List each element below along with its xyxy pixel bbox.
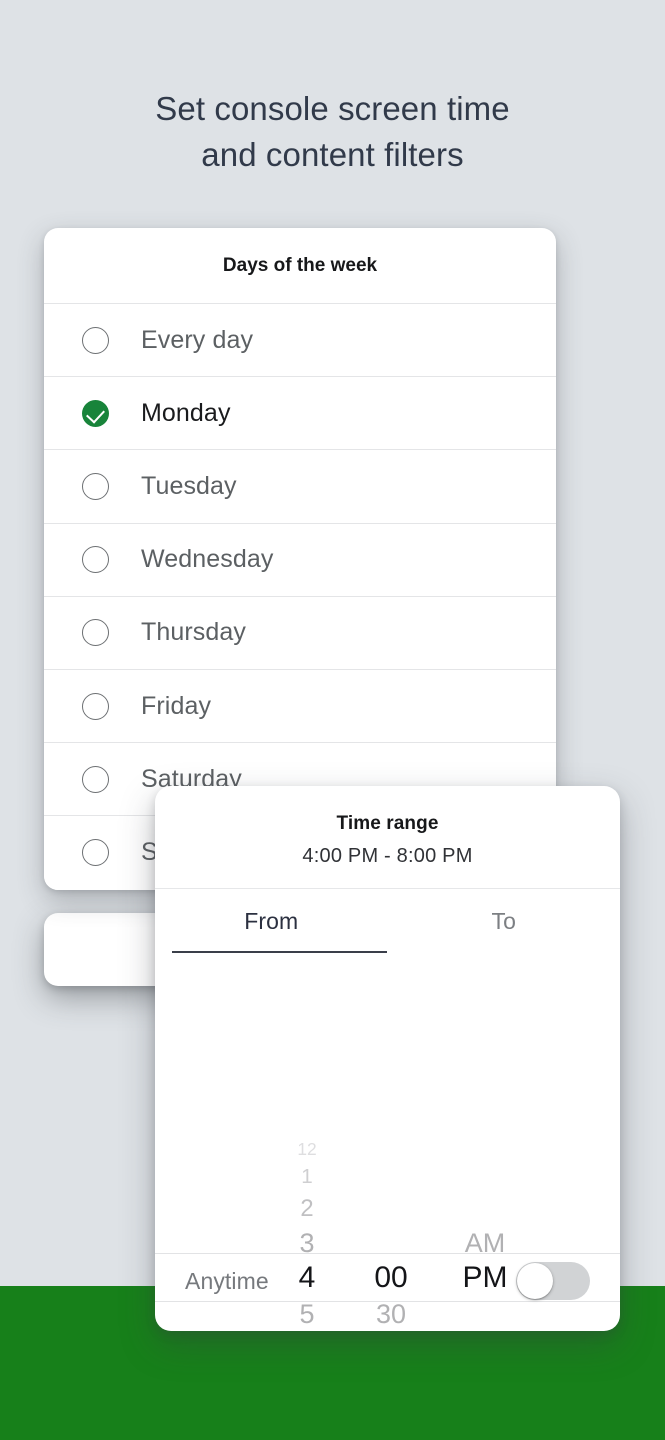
day-row[interactable]: Wednesday: [44, 523, 556, 597]
radio-unchecked-icon[interactable]: [82, 326, 109, 354]
day-row[interactable]: Thursday: [44, 596, 556, 670]
radio-unchecked-icon[interactable]: [82, 692, 109, 720]
radio-unchecked-icon[interactable]: [82, 472, 109, 500]
time-range-summary: 4:00 PM - 8:00 PM: [302, 845, 473, 867]
time-range-title: Time range: [336, 813, 439, 834]
anytime-row: Anytime: [155, 1231, 620, 1331]
day-row[interactable]: Friday: [44, 669, 556, 744]
tab-to[interactable]: To: [388, 889, 621, 953]
tab-to-label: To: [491, 907, 516, 934]
day-row[interactable]: Tuesday: [44, 450, 556, 524]
anytime-label: Anytime: [185, 1267, 269, 1294]
radio-unchecked-icon[interactable]: [82, 619, 109, 647]
radio-unchecked-icon[interactable]: [82, 546, 109, 574]
page-title-line-1: Set console screen time: [155, 90, 510, 127]
radio-unchecked-icon[interactable]: [82, 765, 109, 793]
day-row[interactable]: Monday: [44, 377, 556, 451]
day-label: Wednesday: [141, 545, 274, 574]
time-range-header: Time range 4:00 PM - 8:00 PM: [155, 786, 620, 889]
radio-unchecked-icon[interactable]: [82, 839, 109, 867]
tab-from-label: From: [244, 907, 299, 934]
day-label: Tuesday: [141, 471, 237, 500]
day-label: Friday: [141, 691, 212, 720]
app-screen: Set console screen time and content filt…: [0, 0, 665, 1440]
day-label: Thursday: [141, 618, 247, 647]
day-row[interactable]: Every day: [44, 304, 556, 378]
time-range-dialog: Time range 4:00 PM - 8:00 PM From To 12 1…: [155, 786, 620, 1331]
page-title-line-2: and content filters: [201, 136, 464, 173]
anytime-toggle-knob: [517, 1263, 553, 1299]
day-label: Every day: [141, 325, 254, 354]
days-card-title: Days of the week: [44, 228, 556, 304]
tab-from[interactable]: From: [155, 889, 388, 953]
anytime-toggle[interactable]: [516, 1262, 590, 1300]
day-label: Monday: [141, 398, 231, 427]
page-title: Set console screen time and content filt…: [0, 86, 665, 178]
radio-checked-icon[interactable]: [82, 399, 109, 427]
time-range-tabs: From To: [155, 889, 620, 953]
